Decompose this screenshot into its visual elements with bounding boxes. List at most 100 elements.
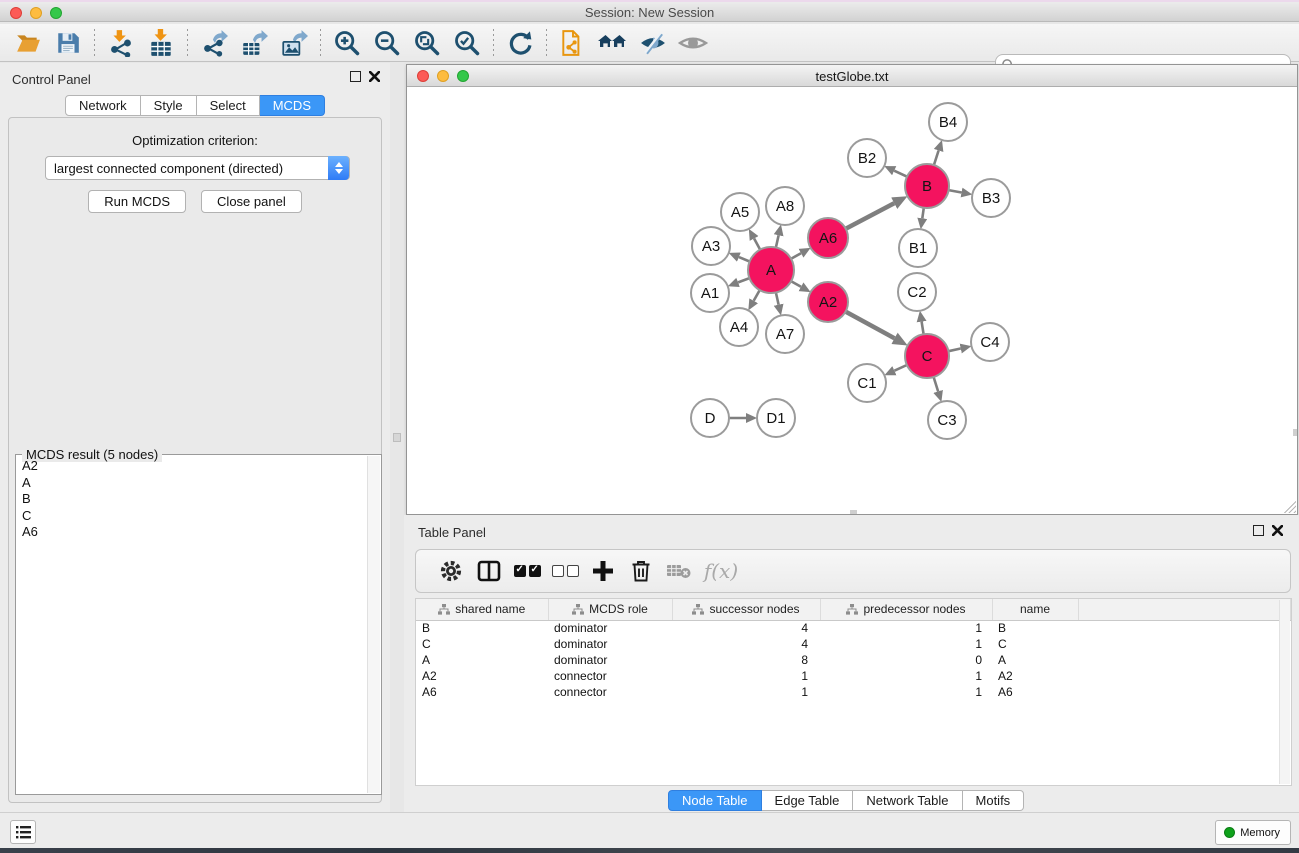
graph-node-B4[interactable]: B4: [929, 103, 967, 141]
float-panel-icon[interactable]: [350, 71, 361, 82]
zoom-selected-icon[interactable]: [447, 27, 487, 59]
hide-graphics-details-icon[interactable]: [633, 27, 673, 59]
task-history-button[interactable]: [10, 820, 36, 844]
graph-node-A2[interactable]: A2: [808, 282, 848, 322]
graph-node-A3[interactable]: A3: [692, 227, 730, 265]
graph-node-C3[interactable]: C3: [928, 401, 966, 439]
table-row[interactable]: Bdominator41B: [416, 620, 1291, 636]
deselect-all-checks-icon[interactable]: [546, 565, 584, 577]
graph-node-C1[interactable]: C1: [848, 364, 886, 402]
export-table-icon[interactable]: [234, 27, 274, 59]
graph-node-A[interactable]: A: [748, 247, 794, 293]
network-canvas[interactable]: B4 B2 B B3 A5A8A6 A3 B1 A A1 C2 A2 A4A7 C4 C C1 C3 D D1: [407, 87, 1297, 514]
graph-node-B2[interactable]: B2: [848, 139, 886, 177]
column-header-shared-name[interactable]: shared name: [416, 599, 548, 620]
column-header-predecessor-nodes[interactable]: predecessor nodes: [820, 599, 992, 620]
result-scrollbar[interactable]: [367, 456, 380, 793]
splitter-handle-icon[interactable]: [393, 433, 401, 442]
export-image-icon[interactable]: [274, 27, 314, 59]
tab-network[interactable]: Network: [65, 95, 141, 116]
graph-node-B3[interactable]: B3: [972, 179, 1010, 217]
home-icon[interactable]: [593, 27, 633, 59]
column-header-name[interactable]: name: [992, 599, 1078, 620]
column-header-MCDS-role[interactable]: MCDS role: [548, 599, 672, 620]
import-table-icon[interactable]: [141, 27, 181, 59]
tab-mcds[interactable]: MCDS: [260, 95, 325, 116]
graph-node-A5[interactable]: A5: [721, 193, 759, 231]
result-item[interactable]: A6: [17, 524, 367, 541]
graph-edge-A-A3[interactable]: [739, 257, 750, 261]
graph-edge-A-A7[interactable]: [776, 293, 779, 305]
tab-node-table[interactable]: Node Table: [668, 790, 762, 811]
network-window-titlebar[interactable]: testGlobe.txt: [407, 65, 1297, 87]
delete-column-icon[interactable]: [622, 559, 660, 583]
graph-node-D[interactable]: D: [691, 399, 729, 437]
graph-edge-A-A1[interactable]: [738, 278, 749, 282]
result-item[interactable]: B: [17, 491, 367, 508]
graph-edge-C-C2[interactable]: [922, 322, 924, 335]
canvas-bottom-handle[interactable]: [850, 510, 857, 514]
graph-edge-A-A5[interactable]: [754, 239, 760, 250]
table-scrollbar[interactable]: [1279, 600, 1290, 784]
save-session-icon[interactable]: [48, 27, 88, 59]
graph-node-C[interactable]: C: [905, 334, 949, 378]
panel-splitter[interactable]: [390, 63, 404, 812]
table-row[interactable]: Adominator80A: [416, 652, 1291, 668]
network-graph[interactable]: B4 B2 B B3 A5A8A6 A3 B1 A A1 C2 A2 A4A7 C4 C C1 C3 D D1: [407, 87, 1297, 515]
add-column-icon[interactable]: [584, 560, 622, 582]
criterion-dropdown[interactable]: largest connected component (directed): [45, 156, 350, 180]
graph-node-A1[interactable]: A1: [691, 274, 729, 312]
run-mcds-button[interactable]: Run MCDS: [88, 190, 186, 213]
graph-node-B[interactable]: B: [905, 164, 949, 208]
graph-edge-C-C3[interactable]: [934, 377, 939, 391]
close-panel-button[interactable]: Close panel: [201, 190, 302, 213]
graph-node-C2[interactable]: C2: [898, 273, 936, 311]
graph-node-D1[interactable]: D1: [757, 399, 795, 437]
table-options-icon[interactable]: [432, 559, 470, 583]
graph-edge-B-B3[interactable]: [949, 190, 962, 192]
zoom-out-icon[interactable]: [367, 27, 407, 59]
table-row[interactable]: A6connector11A6: [416, 684, 1291, 700]
graph-node-B1[interactable]: B1: [899, 229, 937, 267]
tab-style[interactable]: Style: [141, 95, 197, 116]
table-row[interactable]: A2connector11A2: [416, 668, 1291, 684]
graph-edge-A-A4[interactable]: [754, 290, 760, 301]
close-table-panel-icon[interactable]: [1272, 525, 1283, 536]
tab-select[interactable]: Select: [197, 95, 260, 116]
graph-node-C4[interactable]: C4: [971, 323, 1009, 361]
memory-button[interactable]: Memory: [1215, 820, 1291, 845]
column-header-successor-nodes[interactable]: successor nodes: [672, 599, 820, 620]
window-resize-grip[interactable]: [1284, 501, 1296, 513]
graph-edge-A-A6[interactable]: [791, 253, 801, 259]
result-item[interactable]: A: [17, 475, 367, 492]
zoom-fit-icon[interactable]: [407, 27, 447, 59]
close-panel-icon[interactable]: [369, 71, 380, 82]
canvas-right-handle[interactable]: [1293, 429, 1297, 436]
graph-edge-A-A8[interactable]: [776, 235, 779, 247]
graph-node-A8[interactable]: A8: [766, 187, 804, 225]
graph-edge-B-B4[interactable]: [934, 151, 939, 166]
tab-motifs[interactable]: Motifs: [963, 790, 1025, 811]
graph-edge-A2-C[interactable]: [846, 312, 895, 339]
open-session-icon[interactable]: [8, 27, 48, 59]
new-session-icon[interactable]: [553, 27, 593, 59]
import-network-icon[interactable]: [101, 27, 141, 59]
graph-node-A6[interactable]: A6: [808, 218, 848, 258]
graph-edge-B-B1[interactable]: [922, 208, 924, 219]
graph-edge-C-C4[interactable]: [949, 349, 961, 352]
select-all-checks-icon[interactable]: [508, 565, 546, 577]
tab-network-table[interactable]: Network Table: [853, 790, 962, 811]
graph-node-A4[interactable]: A4: [720, 308, 758, 346]
show-graphics-details-icon[interactable]: [673, 27, 713, 59]
show-column-icon[interactable]: [470, 560, 508, 582]
graph-edge-B-B2[interactable]: [894, 171, 907, 177]
result-item[interactable]: A2: [17, 458, 367, 475]
graph-edge-A6-B[interactable]: [846, 203, 895, 229]
refresh-icon[interactable]: [500, 27, 540, 59]
result-item[interactable]: C: [17, 508, 367, 525]
zoom-in-icon[interactable]: [327, 27, 367, 59]
table-row[interactable]: Cdominator41C: [416, 636, 1291, 652]
float-table-panel-icon[interactable]: [1253, 525, 1264, 536]
graph-node-A7[interactable]: A7: [766, 315, 804, 353]
graph-edge-A-A2[interactable]: [791, 281, 801, 287]
